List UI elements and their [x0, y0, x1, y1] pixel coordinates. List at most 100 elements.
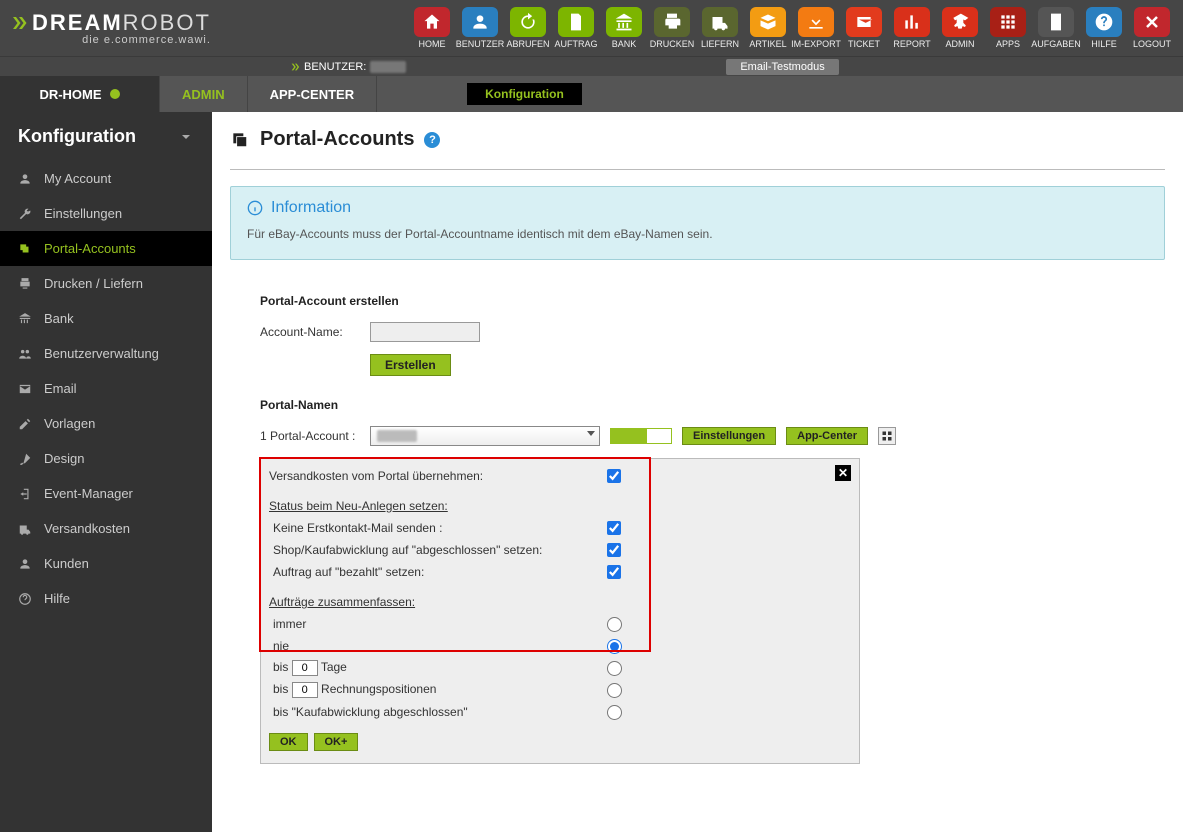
- tasks-icon: [1038, 7, 1074, 37]
- sidebar-header[interactable]: Konfiguration: [0, 112, 212, 161]
- person-icon: [18, 557, 32, 571]
- nav-app-center[interactable]: APP-CENTER: [248, 76, 378, 112]
- nav-config-tab[interactable]: Konfiguration: [467, 83, 582, 105]
- row-until-positions: bis Rechnungspositionen: [269, 679, 851, 701]
- report-icon: [894, 7, 930, 37]
- checkbox-shop-complete[interactable]: [607, 543, 621, 557]
- sidebar-item-label: Versandkosten: [44, 521, 130, 536]
- label-order-paid: Auftrag auf "bezahlt" setzen:: [269, 565, 599, 579]
- nav-dr-home-label: DR-HOME: [39, 87, 101, 102]
- user-label: BENUTZER:: [304, 61, 366, 73]
- sidebar-item-portal-accounts[interactable]: Portal-Accounts: [0, 231, 212, 266]
- topicon-import[interactable]: IM-EXPORT: [795, 7, 837, 49]
- checkbox-no-firstcontact[interactable]: [607, 521, 621, 535]
- topicon-label: BENUTZER: [456, 39, 505, 49]
- topicon-order[interactable]: AUFTRAG: [555, 7, 597, 49]
- sidebar-item-vorlagen[interactable]: Vorlagen: [0, 406, 212, 441]
- create-account-heading: Portal-Account erstellen: [260, 294, 1165, 308]
- main-nav: DR-HOME ADMIN APP-CENTER Konfiguration: [0, 76, 1183, 112]
- topicon-article[interactable]: ARTIKEL: [747, 7, 789, 49]
- topicon-tasks[interactable]: AUFGABEN: [1035, 7, 1077, 49]
- apps-icon: [990, 7, 1026, 37]
- progress-fill: [611, 429, 647, 443]
- row-order-paid: Auftrag auf "bezahlt" setzen:: [269, 561, 851, 583]
- ok-plus-button[interactable]: OK+: [314, 733, 359, 751]
- topicon-label: HILFE: [1091, 39, 1117, 49]
- topicon-label: ABRUFEN: [507, 39, 550, 49]
- truck-icon: [18, 522, 32, 536]
- create-button[interactable]: Erstellen: [370, 354, 451, 376]
- radio-until-days[interactable]: [607, 661, 622, 676]
- radio-until-positions[interactable]: [607, 683, 622, 698]
- top-icon-bar: HOMEBENUTZERABRUFENAUFTRAGBANKDRUCKENLIE…: [411, 7, 1183, 49]
- topicon-report[interactable]: REPORT: [891, 7, 933, 49]
- ok-button[interactable]: OK: [269, 733, 308, 751]
- topicon-logout[interactable]: LOGOUT: [1131, 7, 1173, 49]
- ship-icon: [702, 7, 738, 37]
- portal-count-label: 1 Portal-Account :: [260, 429, 360, 443]
- topicon-ship[interactable]: LIEFERN: [699, 7, 741, 49]
- sidebar-item-email[interactable]: Email: [0, 371, 212, 406]
- sidebar-item-einstellungen[interactable]: Einstellungen: [0, 196, 212, 231]
- help-icon[interactable]: ?: [424, 132, 440, 148]
- checkbox-order-paid[interactable]: [607, 565, 621, 579]
- portal-settings-button[interactable]: Einstellungen: [682, 427, 776, 445]
- help-icon: [1086, 7, 1122, 37]
- sidebar-item-hilfe[interactable]: Hilfe: [0, 581, 212, 616]
- sidebar-item-kunden[interactable]: Kunden: [0, 546, 212, 581]
- topicon-admin[interactable]: ADMIN: [939, 7, 981, 49]
- topicon-print[interactable]: DRUCKEN: [651, 7, 693, 49]
- label-always: immer: [269, 617, 599, 631]
- radio-until-complete[interactable]: [607, 705, 622, 720]
- portal-appcenter-button[interactable]: App-Center: [786, 427, 868, 445]
- topicon-apps[interactable]: APPS: [987, 7, 1029, 49]
- radio-always[interactable]: [607, 617, 622, 632]
- portal-extra-button[interactable]: [878, 427, 896, 445]
- user-icon: [18, 172, 32, 186]
- sidebar-item-versandkosten[interactable]: Versandkosten: [0, 511, 212, 546]
- sidebar-item-label: Vorlagen: [44, 416, 95, 431]
- sidebar-item-label: Hilfe: [44, 591, 70, 606]
- sidebar-item-label: Design: [44, 451, 84, 466]
- sidebar-item-label: Einstellungen: [44, 206, 122, 221]
- txt-pos: Rechnungspositionen: [321, 682, 436, 696]
- input-positions[interactable]: [292, 682, 318, 698]
- txt-bis2: bis: [273, 682, 288, 696]
- article-icon: [750, 7, 786, 37]
- topicon-user[interactable]: BENUTZER: [459, 7, 501, 49]
- title-separator: [230, 169, 1165, 170]
- sidebar-item-event-manager[interactable]: Event-Manager: [0, 476, 212, 511]
- row-always: immer: [269, 613, 851, 635]
- account-name-input[interactable]: [370, 322, 480, 342]
- mail-icon: [18, 382, 32, 396]
- topicon-home[interactable]: HOME: [411, 7, 453, 49]
- sidebar-item-drucken-liefern[interactable]: Drucken / Liefern: [0, 266, 212, 301]
- subbar-chevron-icon: [290, 62, 300, 72]
- topicon-bank[interactable]: BANK: [603, 7, 645, 49]
- topicon-refresh[interactable]: ABRUFEN: [507, 7, 549, 49]
- txt-tage: Tage: [321, 660, 347, 674]
- topicon-help[interactable]: HILFE: [1083, 7, 1125, 49]
- topicon-label: AUFTRAG: [555, 39, 598, 49]
- sidebar-item-design[interactable]: Design: [0, 441, 212, 476]
- checkbox-shipping[interactable]: [607, 469, 621, 483]
- input-days[interactable]: [292, 660, 318, 676]
- nav-admin[interactable]: ADMIN: [160, 76, 248, 112]
- topicon-ticket[interactable]: TICKET: [843, 7, 885, 49]
- grid-icon: [881, 430, 893, 442]
- chevron-down-icon: [178, 129, 194, 145]
- sidebar-item-bank[interactable]: Bank: [0, 301, 212, 336]
- sidebar-item-my-account[interactable]: My Account: [0, 161, 212, 196]
- portal-select[interactable]: [370, 426, 600, 446]
- close-panel-button[interactable]: ✕: [835, 465, 851, 481]
- sidebar-item-benutzerverwaltung[interactable]: Benutzerverwaltung: [0, 336, 212, 371]
- row-shipping-from-portal: Versandkosten vom Portal übernehmen:: [269, 465, 851, 487]
- label-never: nie: [269, 639, 599, 653]
- nav-admin-label: ADMIN: [182, 87, 225, 102]
- radio-never[interactable]: [607, 639, 622, 654]
- portal-row: 1 Portal-Account : Einstellungen App-Cen…: [260, 426, 1165, 446]
- nav-dr-home[interactable]: DR-HOME: [0, 76, 160, 112]
- sidebar-header-label: Konfiguration: [18, 126, 136, 147]
- topicon-label: DRUCKEN: [650, 39, 695, 49]
- help-icon: [18, 592, 32, 606]
